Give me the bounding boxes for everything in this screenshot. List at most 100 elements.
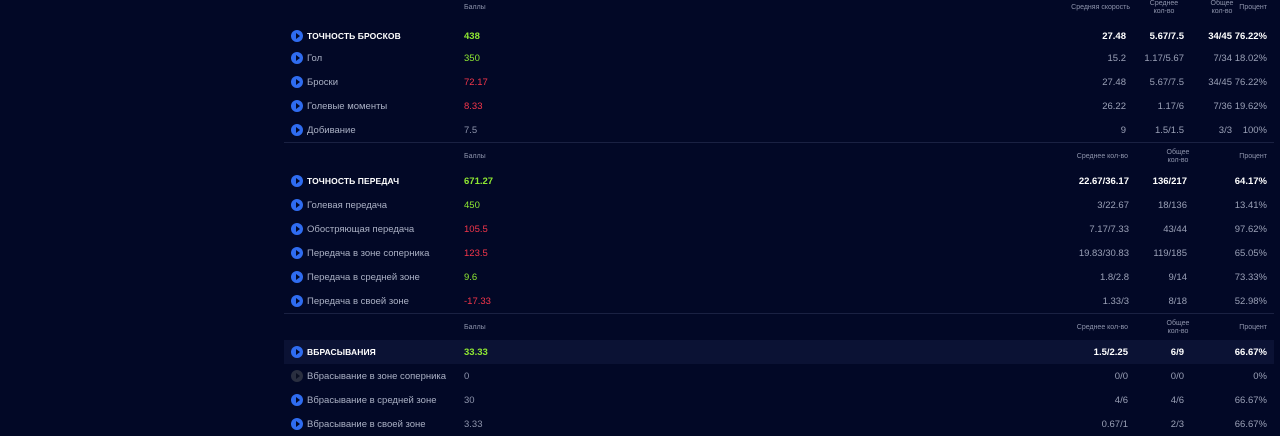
stat-row[interactable]: Передача в средней зоне 9.6 1.8/2.8 9/14… [284, 265, 1274, 289]
row-total: 119/185 [1153, 248, 1187, 259]
shot-accuracy-section: Баллы Средняя скорость Среднее кол-во Общ… [284, 0, 1274, 142]
row-label: Вбрасывание в своей зоне [307, 419, 426, 430]
row-points: 72.17 [464, 77, 488, 88]
header-percent: Процент [1239, 4, 1267, 11]
row-label: Передача в средней зоне [307, 272, 420, 283]
stat-row[interactable]: Вбрасывание в средней зоне 30 4/6 4/6 66… [284, 388, 1274, 412]
stat-row[interactable]: Передача в своей зоне -17.33 1.33/3 8/18… [284, 289, 1274, 313]
row-avg: 1.17/6 [1157, 101, 1184, 112]
play-circle-icon[interactable] [291, 124, 303, 136]
play-circle-icon[interactable] [291, 175, 303, 187]
play-circle-icon[interactable] [291, 100, 303, 112]
row-label: Добивание [307, 125, 356, 136]
header-points: Баллы [464, 153, 486, 160]
header-avg: Среднее кол-во [1076, 153, 1128, 160]
row-speed: 9 [1120, 125, 1126, 136]
row-percent: 19.62% [1234, 101, 1267, 112]
row-total: 2/3 [1170, 419, 1184, 430]
row-total: 18/136 [1157, 200, 1187, 211]
column-header: Баллы Среднее кол-во Общее кол-во Процент [284, 314, 1274, 340]
row-speed: 27.48 [1102, 77, 1126, 88]
row-avg: 0.67/1 [1101, 419, 1128, 430]
stat-row[interactable]: Обостряющая передача 105.5 7.17/7.33 43/… [284, 217, 1274, 241]
play-circle-icon[interactable] [291, 418, 303, 430]
row-points: 9.6 [464, 272, 478, 283]
row-avg: 3/22.67 [1097, 200, 1129, 211]
row-label: Вбрасывание в средней зоне [307, 395, 437, 406]
row-percent: 13.41% [1234, 200, 1267, 211]
row-label: Броски [307, 77, 339, 88]
row-percent: 66.67% [1234, 347, 1267, 358]
faceoffs-total-row[interactable]: ВБРАСЫВАНИЯ 33.33 1.5/2.25 6/9 66.67% [284, 340, 1274, 364]
row-total: 7/36 [1213, 101, 1233, 112]
stat-row[interactable]: Вбрасывание в зоне соперника 0 0/0 0/0 0… [284, 364, 1274, 388]
row-total: 4/6 [1170, 395, 1184, 406]
row-points: -17.33 [464, 296, 491, 307]
row-label: Гол [307, 53, 323, 64]
stat-row[interactable]: Броски 72.17 27.48 5.67/7.5 34/45 76.22% [284, 70, 1274, 94]
row-points: 3.33 [464, 419, 483, 430]
row-label: ВБРАСЫВАНИЯ [307, 347, 376, 357]
row-label: Передача в своей зоне [307, 296, 409, 307]
row-points: 123.5 [464, 248, 488, 259]
row-points: 105.5 [464, 224, 488, 235]
header-points: Баллы [464, 4, 486, 11]
shot-accuracy-total-row[interactable]: ТОЧНОСТЬ БРОСКОВ 438 27.48 5.67/7.5 34/4… [284, 24, 1274, 46]
header-total: Общее кол-во [1210, 0, 1234, 15]
row-avg: 5.67/7.5 [1149, 31, 1184, 42]
row-total: 7/34 [1213, 53, 1233, 64]
row-percent: 97.62% [1234, 224, 1267, 235]
row-avg: 1.17/5.67 [1144, 53, 1184, 64]
column-header: Баллы Средняя скорость Среднее кол-во Общ… [284, 0, 1274, 24]
row-percent: 66.67% [1234, 395, 1267, 406]
header-percent: Процент [1239, 153, 1267, 160]
row-speed: 26.22 [1102, 101, 1126, 112]
stat-row[interactable]: Передача в зоне соперника 123.5 19.83/30… [284, 241, 1274, 265]
row-total: 43/44 [1163, 224, 1187, 235]
row-points: 33.33 [464, 347, 488, 358]
play-circle-icon[interactable] [291, 30, 303, 42]
row-points: 8.33 [464, 101, 483, 112]
row-percent: 0% [1253, 371, 1267, 382]
row-total: 9/14 [1168, 272, 1188, 283]
row-points: 450 [464, 200, 480, 211]
header-avg: Среднее кол-во [1076, 324, 1128, 331]
row-total: 34/45 [1208, 31, 1232, 42]
play-circle-icon[interactable] [291, 52, 303, 64]
stat-row[interactable]: Гол 350 15.2 1.17/5.67 7/34 18.02% [284, 46, 1274, 70]
stat-row[interactable]: Голевая передача 450 3/22.67 18/136 13.4… [284, 193, 1274, 217]
header-points: Баллы [464, 324, 486, 331]
play-circle-icon[interactable] [291, 271, 303, 283]
row-label: Передача в зоне соперника [307, 248, 430, 259]
row-total: 8/18 [1168, 296, 1188, 307]
row-label: Голевая передача [307, 200, 388, 211]
row-label: ТОЧНОСТЬ ПЕРЕДАЧ [307, 176, 400, 186]
row-percent: 64.17% [1234, 176, 1267, 187]
play-circle-icon[interactable] [291, 76, 303, 88]
stat-row[interactable]: Вбрасывание в своей зоне 3.33 0.67/1 2/3… [284, 412, 1274, 436]
row-percent: 76.22% [1234, 77, 1267, 88]
row-label: Голевые моменты [307, 101, 388, 112]
row-label: Обостряющая передача [307, 224, 415, 235]
row-speed: 15.2 [1107, 53, 1127, 64]
play-circle-icon[interactable] [291, 394, 303, 406]
play-circle-icon[interactable] [291, 247, 303, 259]
row-speed: 27.48 [1102, 31, 1126, 42]
row-label: ТОЧНОСТЬ БРОСКОВ [307, 31, 401, 41]
play-circle-icon[interactable] [291, 346, 303, 358]
pass-accuracy-total-row[interactable]: ТОЧНОСТЬ ПЕРЕДАЧ 671.27 22.67/36.17 136/… [284, 169, 1274, 193]
row-avg: 19.83/30.83 [1078, 248, 1129, 259]
row-avg: 1.5/1.5 [1154, 125, 1184, 136]
play-circle-icon[interactable] [291, 223, 303, 235]
play-circle-icon[interactable] [291, 295, 303, 307]
stat-row[interactable]: Голевые моменты 8.33 26.22 1.17/6 7/36 1… [284, 94, 1274, 118]
row-avg: 7.17/7.33 [1089, 224, 1129, 235]
play-circle-icon[interactable] [291, 199, 303, 211]
stat-row[interactable]: Добивание 7.5 9 1.5/1.5 3/3 100% [284, 118, 1274, 142]
header-total: Общее кол-во [1166, 320, 1190, 335]
faceoffs-section: Баллы Среднее кол-во Общее кол-во Процент… [284, 313, 1274, 436]
row-avg: 0/0 [1114, 371, 1128, 382]
play-circle-icon [291, 370, 303, 382]
row-total: 0/0 [1170, 371, 1184, 382]
row-points: 350 [464, 53, 480, 64]
